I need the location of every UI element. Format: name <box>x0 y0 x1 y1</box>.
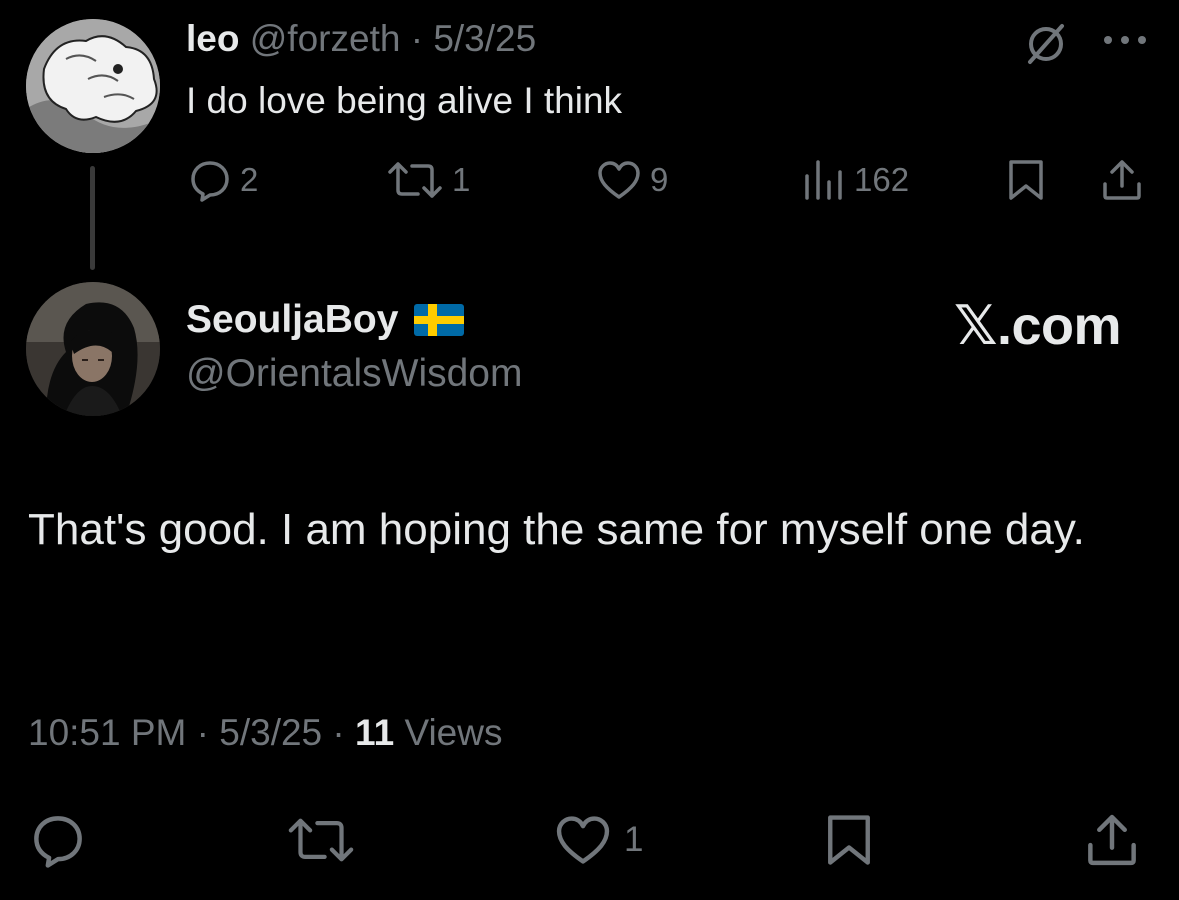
share-icon <box>1088 814 1136 866</box>
reply-button[interactable] <box>30 812 86 868</box>
main-author-name: SeouljaBoy <box>186 298 399 341</box>
like-button[interactable]: 1 <box>554 812 643 868</box>
views-button[interactable]: 162 <box>802 158 909 202</box>
repost-icon <box>288 818 354 862</box>
repost-icon <box>388 162 442 198</box>
views-count: 11 <box>355 712 395 753</box>
x-com-watermark: 𝕏.com <box>953 296 1122 356</box>
reply-icon <box>34 816 82 868</box>
reply-count: 2 <box>240 161 259 198</box>
bookmark-icon <box>828 815 870 865</box>
bookmark-button[interactable] <box>1006 158 1046 202</box>
views-count: 162 <box>854 161 910 198</box>
avatar-leo[interactable] <box>26 19 160 153</box>
tweet-thread-screenshot: leo @forzeth · 5/3/25 I do love being al… <box>0 0 1179 900</box>
more-options-icon[interactable] <box>1100 28 1150 52</box>
parent-author-name[interactable]: leo <box>186 18 239 59</box>
like-count: 1 <box>624 820 644 859</box>
parent-tweet-date[interactable]: 5/3/25 <box>433 18 536 59</box>
avatar-seouljaboy[interactable] <box>26 282 160 416</box>
avatar-image <box>26 282 160 416</box>
views-label: Views <box>404 712 503 753</box>
like-button[interactable]: 9 <box>596 158 668 202</box>
bookmark-icon <box>1009 160 1043 200</box>
main-author-handle[interactable]: @OrientalsWisdom <box>186 352 523 396</box>
repost-count: 1 <box>452 161 471 198</box>
heart-icon <box>598 161 640 199</box>
grok-icon[interactable] <box>1024 22 1068 66</box>
parent-tweet-text: I do love being alive I think <box>186 80 623 121</box>
main-tweet-text: That's good. I am hoping the same for my… <box>28 505 1085 554</box>
like-count: 9 <box>650 161 669 198</box>
bookmark-button[interactable] <box>824 812 874 868</box>
share-icon <box>1103 160 1141 200</box>
repost-button[interactable]: 1 <box>386 158 470 202</box>
reply-button[interactable]: 2 <box>188 158 258 202</box>
separator-dot: · <box>332 712 345 753</box>
share-button[interactable] <box>1084 812 1140 868</box>
share-button[interactable] <box>1100 158 1144 202</box>
reply-icon <box>191 161 229 202</box>
views-chart-icon <box>805 160 842 200</box>
parent-tweet-header: leo @forzeth · 5/3/25 <box>186 18 536 60</box>
parent-author-handle[interactable]: @forzeth <box>250 18 401 59</box>
avatar-image <box>26 19 160 153</box>
thread-connector-line <box>90 166 95 270</box>
main-tweet-meta: 10:51 PM · 5/3/25 · 11 Views <box>28 712 502 754</box>
main-tweet-author[interactable]: SeouljaBoy <box>186 298 465 342</box>
heart-icon <box>556 816 610 864</box>
separator-dot: · <box>196 712 209 753</box>
repost-button[interactable] <box>286 812 356 868</box>
tweet-date[interactable]: 5/3/25 <box>219 712 322 753</box>
tweet-time[interactable]: 10:51 PM <box>28 712 186 753</box>
separator-dot: · <box>410 18 424 59</box>
sweden-flag-icon <box>414 304 465 336</box>
